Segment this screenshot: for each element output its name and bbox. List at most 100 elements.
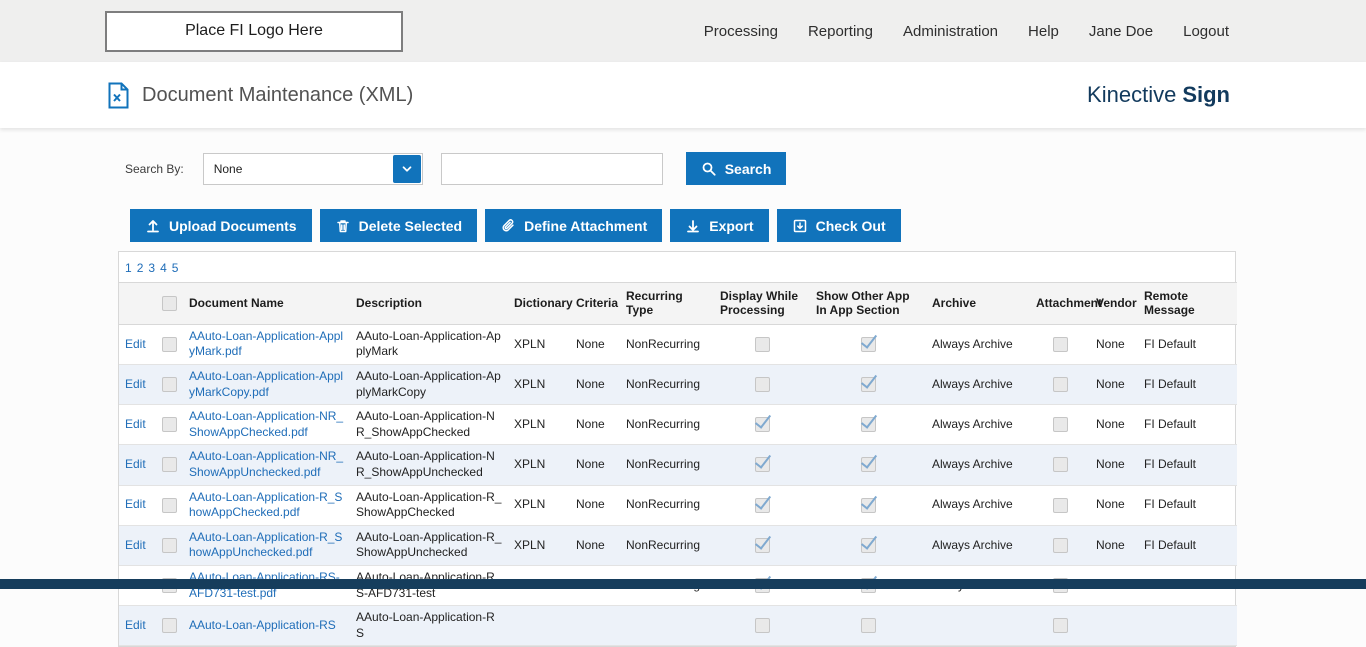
upload-icon [145,218,161,234]
row-select-checkbox[interactable] [162,377,177,393]
recurring-type-cell: NonRecurring [620,324,714,365]
recurring-type-cell: NonRecurring [620,525,714,566]
recurring-type-cell: NonRecurring [620,404,714,446]
show-other-app-checkbox[interactable] [860,457,876,473]
attachment-checkbox[interactable] [1052,377,1068,393]
show-other-app-checkbox[interactable] [860,417,876,433]
document-name-link[interactable]: AAuto-Loan-Application-R_ShowAppUnchecke… [189,530,342,560]
document-name-link[interactable]: AAuto-Loan-Application-ApplyMarkCopy.pdf [189,369,343,399]
archive-cell: Always Archive [926,364,1030,406]
display-while-processing-checkbox[interactable] [754,377,770,393]
button-label: Upload Documents [169,217,297,234]
edit-link[interactable]: Edit [125,618,146,632]
display-while-processing-checkbox[interactable] [754,457,770,473]
page-link-1[interactable]: 1 [125,261,132,275]
column-header-show-other-app: Show Other App In App Section [810,282,926,325]
description-cell: AAuto-Loan-Application-NR_ShowAppUncheck… [350,444,508,486]
brand-name: Kinective [1087,82,1177,107]
nav-user-jane-doe[interactable]: Jane Doe [1089,23,1153,40]
footer-bar [0,579,1366,589]
description-cell: AAuto-Loan-Application-R_ShowAppUnchecke… [350,525,508,566]
show-other-app-checkbox[interactable] [860,497,876,513]
display-while-processing-checkbox[interactable] [754,497,770,513]
search-by-dropdown[interactable]: None [202,152,423,185]
nav-help[interactable]: Help [1028,23,1059,40]
nav-logout[interactable]: Logout [1183,23,1229,40]
nav-reporting[interactable]: Reporting [808,23,873,40]
display-while-processing-checkbox[interactable] [754,618,770,634]
column-header-display-while-processing: Display While Processing [714,282,810,325]
search-button[interactable]: Search [685,152,787,185]
attachment-checkbox[interactable] [1052,336,1068,352]
document-name-link[interactable]: AAuto-Loan-Application-ApplyMark.pdf [189,329,343,359]
row-select-checkbox[interactable] [162,537,177,553]
brand-logo: Kinective Sign [1087,82,1230,108]
table-row: Edit AAuto-Loan-Application-NR_ShowAppUn… [119,444,1237,486]
export-button[interactable]: Export [670,209,769,242]
row-select-checkbox[interactable] [162,457,177,473]
edit-link[interactable]: Edit [125,457,146,471]
button-label: Delete Selected [358,217,463,234]
nav-administration[interactable]: Administration [903,23,998,40]
search-input[interactable] [440,152,663,185]
column-header-remote-message: Remote Message [1138,282,1237,325]
edit-link[interactable]: Edit [125,377,146,391]
show-other-app-checkbox[interactable] [860,377,876,393]
download-icon [685,218,701,234]
row-select-checkbox[interactable] [162,497,177,513]
attachment-checkbox[interactable] [1052,497,1068,513]
edit-link[interactable]: Edit [125,497,146,511]
select-all-checkbox[interactable] [162,296,177,312]
page-link-3[interactable]: 3 [148,261,155,275]
define-attachment-button[interactable]: Define Attachment [485,209,663,242]
attachment-checkbox[interactable] [1052,537,1068,553]
vendor-cell: None [1090,364,1138,406]
page-link-5[interactable]: 5 [172,261,179,275]
table-row: Edit AAuto-Loan-Application-R_ShowAppChe… [119,485,1237,526]
action-buttons: Upload Documents Delete Selected Define … [130,209,1366,242]
edit-link[interactable]: Edit [125,538,146,552]
edit-link[interactable]: Edit [125,337,146,351]
brand-suffix: Sign [1182,82,1230,107]
edit-link[interactable]: Edit [125,417,146,431]
display-while-processing-checkbox[interactable] [754,336,770,352]
row-select-checkbox[interactable] [162,618,177,634]
document-name-link[interactable]: AAuto-Loan-Application-NR_ShowAppUncheck… [189,449,343,479]
column-header-vendor: Vendor [1090,282,1138,325]
document-name-link[interactable]: AAuto-Loan-Application-NR_ShowAppChecked… [189,409,343,439]
table-row: Edit AAuto-Loan-Application-ApplyMarkCop… [119,364,1237,406]
attachment-checkbox[interactable] [1052,457,1068,473]
attachment-checkbox[interactable] [1052,618,1068,634]
delete-selected-button[interactable]: Delete Selected [319,209,478,242]
display-while-processing-checkbox[interactable] [754,417,770,433]
chevron-down-icon[interactable] [392,154,421,183]
row-select-checkbox[interactable] [162,417,177,433]
check-out-button[interactable]: Check Out [776,209,901,242]
vendor-cell: None [1090,444,1138,486]
search-button-label: Search [724,160,772,177]
nav-processing[interactable]: Processing [704,23,778,40]
page-link-4[interactable]: 4 [160,261,167,275]
row-select-checkbox[interactable] [162,336,177,352]
upload-documents-button[interactable]: Upload Documents [130,209,312,242]
display-while-processing-checkbox[interactable] [754,537,770,553]
table-row: Edit AAuto-Loan-Application-RS AAuto-Loa… [119,605,1237,647]
show-other-app-checkbox[interactable] [860,618,876,634]
dictionary-cell: XPLN [508,485,570,526]
show-other-app-checkbox[interactable] [860,537,876,553]
remote-message-cell: FI Default [1138,404,1237,446]
dictionary-cell [508,605,570,647]
paperclip-icon [500,218,516,234]
page-link-2[interactable]: 2 [137,261,144,275]
document-name-link[interactable]: AAuto-Loan-Application-R_ShowAppChecked.… [189,490,342,520]
document-name-link[interactable]: AAuto-Loan-Application-RS [189,618,336,632]
checkout-icon [792,218,808,234]
show-other-app-checkbox[interactable] [860,336,876,352]
xml-document-icon [106,82,130,109]
attachment-checkbox[interactable] [1052,417,1068,433]
description-cell: AAuto-Loan-Application-ApplyMark [350,324,508,365]
column-header-attachment: Attachment [1030,282,1102,325]
vendor-cell: None [1090,404,1138,446]
archive-cell: Always Archive [926,324,1030,365]
description-cell: AAuto-Loan-Application-ApplyMarkCopy [350,364,508,406]
